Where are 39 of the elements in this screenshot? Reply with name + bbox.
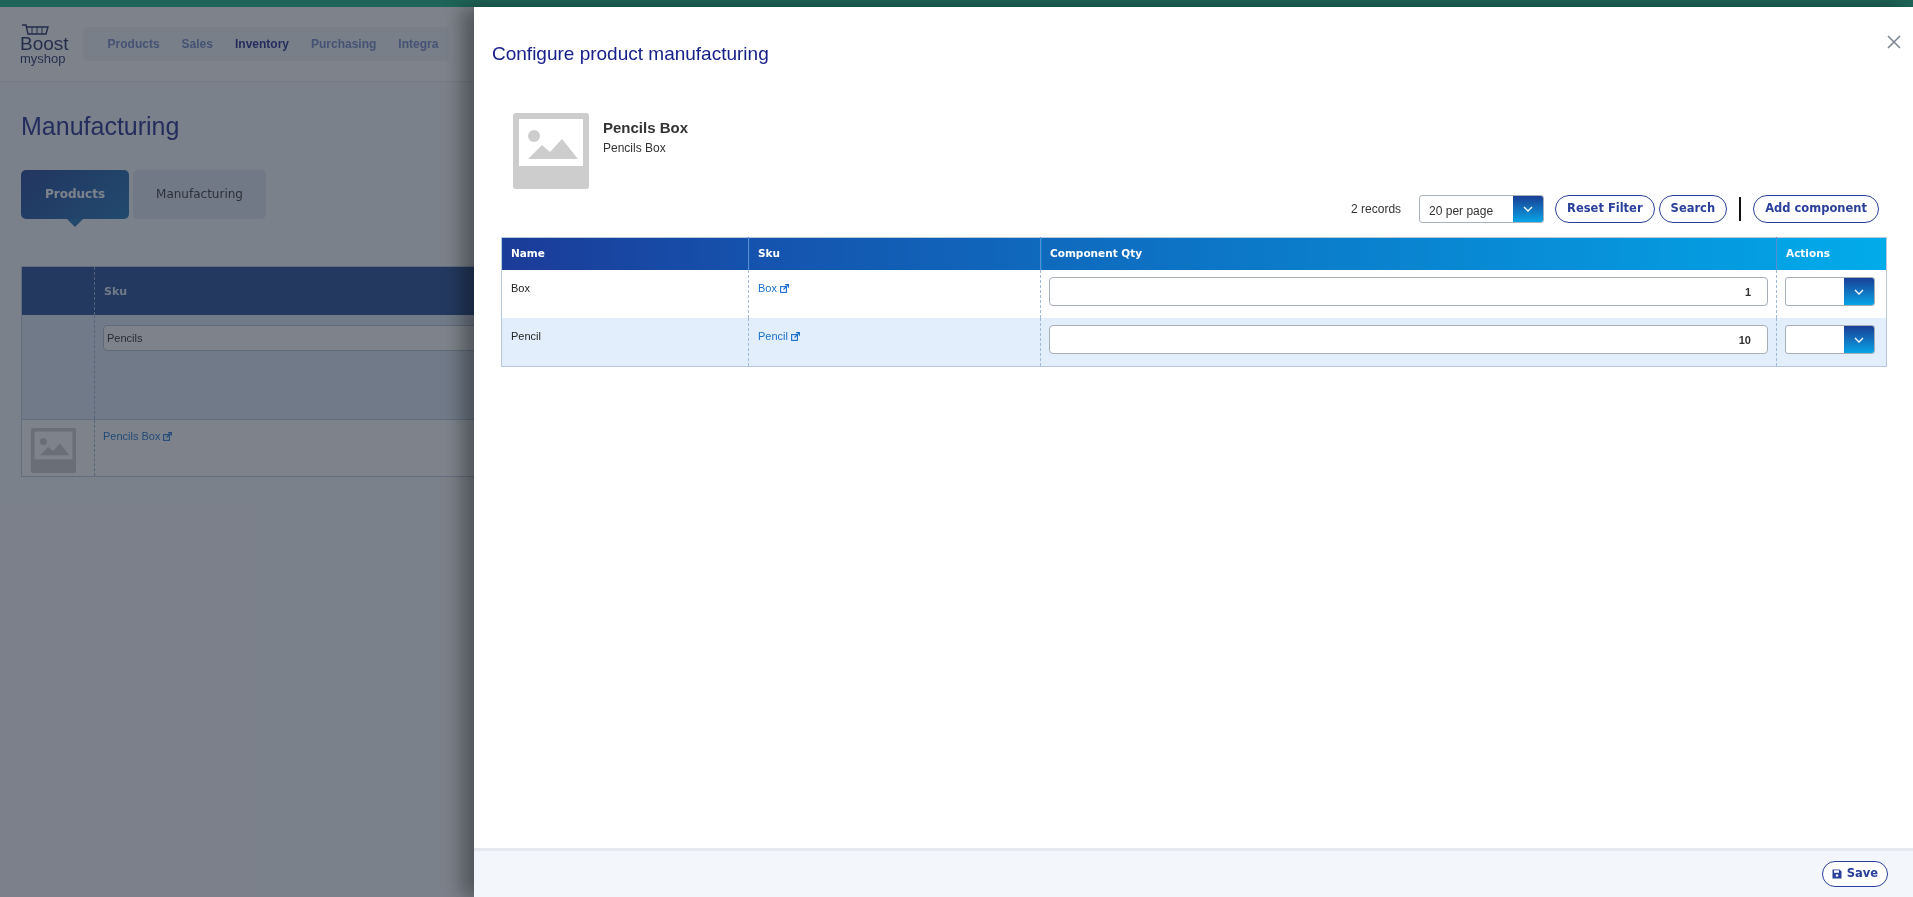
nav-link[interactable]: Inventory [223,35,300,53]
column-header: Actions [1776,237,1887,271]
product-subtitle: Pencils Box [603,140,667,158]
close-icon [1886,33,1902,50]
sku-link[interactable]: Pencils Box [103,429,173,443]
column-header: Name [501,237,749,271]
chevron-down-icon [1513,195,1544,222]
table-cell: Pencil [501,318,749,367]
filter-button[interactable]: Reset Filter [1555,194,1655,223]
column-header: Component Qty [1040,237,1777,271]
save-button[interactable]: Save [1821,861,1888,887]
page-title: Manufacturing [21,111,181,142]
sku-link[interactable]: Pencil [758,330,800,344]
logo: Boost myshop [20,24,69,64]
external-link-icon [790,332,800,342]
product-name: Pencils Box [603,117,689,138]
actions-select[interactable] [1785,277,1875,307]
quantity-field[interactable]: 1 [1049,277,1768,307]
column-header: Sku [104,284,128,298]
tab-pointer-icon [67,218,83,227]
chevron-down-icon [1844,278,1874,306]
column-header: Sku [748,237,1041,271]
external-link-icon [163,431,173,441]
tab[interactable]: Manufacturing [133,169,266,219]
chevron-down-icon [1844,326,1874,354]
external-link-icon [779,284,789,294]
save-icon [1831,869,1842,879]
record-count: 2 records [1351,200,1402,218]
image-placeholder-icon [513,112,589,189]
add-component-button[interactable]: Add component [1753,194,1879,223]
quantity-field[interactable]: 10 [1049,325,1768,355]
filter-button[interactable]: Search [1658,194,1728,223]
cart-icon [20,24,50,37]
sku-filter-field[interactable]: Pencils [103,324,474,351]
tab[interactable]: Products [21,169,129,219]
per-page-select[interactable]: 20 per page [1419,194,1545,223]
modal-title: Configure product manufacturing [492,43,770,66]
actions-select[interactable] [1785,325,1875,355]
sku-link[interactable]: Box [758,282,789,296]
